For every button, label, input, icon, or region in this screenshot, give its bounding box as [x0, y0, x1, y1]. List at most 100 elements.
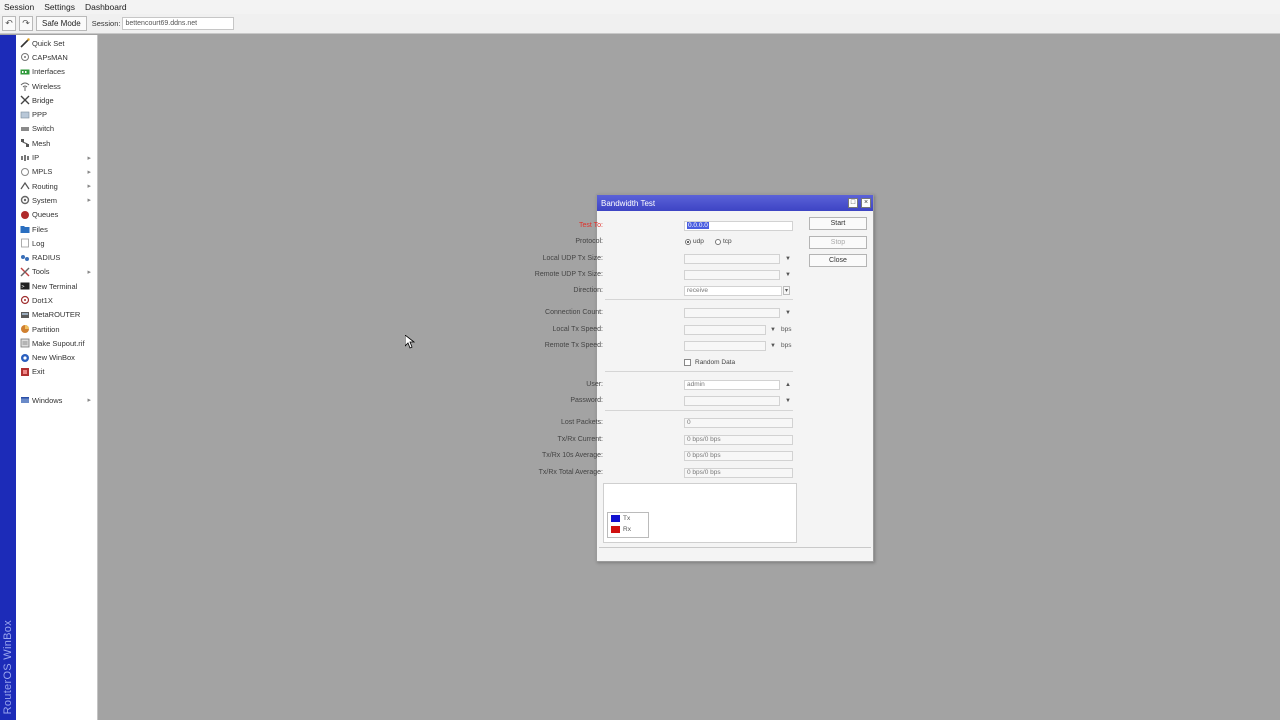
sidebar-item-label: Wireless	[32, 81, 61, 91]
test-to-input[interactable]: 0.0.0.0	[684, 220, 793, 231]
submenu-arrow-icon: ▸	[87, 197, 91, 205]
sidebar: Quick Set CAPsMAN Interfaces Wireless Br…	[16, 35, 98, 720]
user-input[interactable]: admin	[684, 379, 780, 390]
local-udp-tx-size-row: Local UDP Tx Size: ▼	[543, 253, 797, 264]
chevron-down-icon[interactable]: ▼	[785, 398, 791, 404]
mouse-cursor-icon	[405, 335, 415, 349]
sidebar-item-windows[interactable]: Windows ▸	[16, 393, 97, 407]
interfaces-icon	[19, 67, 30, 77]
chevron-down-icon[interactable]: ▼	[770, 343, 776, 349]
sidebar-item-tools[interactable]: Tools ▸	[16, 265, 97, 279]
sidebar-item-routing[interactable]: Routing ▸	[16, 179, 97, 193]
maximize-button[interactable]: □	[848, 198, 858, 208]
direction-select[interactable]: receive	[684, 285, 782, 296]
dialog-titlebar[interactable]: Bandwidth Test □ ×	[597, 195, 873, 211]
remote-tx-speed-row: Remote Tx Speed: ▼ bps	[545, 340, 797, 351]
local-udp-tx-size-input[interactable]	[684, 253, 780, 264]
direction-label: Direction:	[573, 287, 603, 294]
sidebar-item-capsman[interactable]: CAPsMAN	[16, 50, 97, 64]
remote-udp-tx-size-label: Remote UDP Tx Size:	[534, 271, 603, 278]
radio-unchecked-icon	[715, 238, 721, 245]
legend-item-rx: Rx	[608, 524, 648, 535]
local-tx-speed-input[interactable]	[684, 324, 766, 335]
chevron-down-icon[interactable]: ▼	[785, 310, 791, 316]
brand-text: RouterOS WinBox	[2, 619, 14, 714]
txrx-10s-average-value: 0 bps/0 bps	[684, 450, 793, 461]
sidebar-item-wireless[interactable]: Wireless	[16, 79, 97, 93]
menu-dashboard[interactable]: Dashboard	[85, 2, 127, 12]
sidebar-item-label: Queues	[32, 210, 59, 220]
close-window-button[interactable]: ×	[861, 198, 871, 208]
password-input[interactable]	[684, 395, 780, 406]
safe-mode-button[interactable]: Safe Mode	[36, 16, 87, 31]
separator	[605, 299, 793, 300]
sidebar-item-dot1x[interactable]: Dot1X	[16, 293, 97, 307]
separator	[605, 371, 793, 372]
sidebar-item-switch[interactable]: Switch	[16, 122, 97, 136]
legend-swatch-tx	[611, 515, 620, 522]
local-tx-speed-unit: bps	[781, 326, 792, 333]
sidebar-item-label: IP	[32, 153, 40, 163]
sidebar-item-partition[interactable]: Partition	[16, 322, 97, 336]
stop-button[interactable]: Stop	[809, 236, 867, 249]
undo-button[interactable]: ↶	[2, 16, 16, 31]
routing-icon	[19, 181, 30, 191]
sidebar-item-ppp[interactable]: PPP	[16, 107, 97, 121]
test-to-value: 0.0.0.0	[687, 222, 709, 229]
toolbar: ↶ ↷ Safe Mode Session: bettencourt69.ddn…	[0, 14, 1280, 34]
txrx-total-average-label: Tx/Rx Total Average:	[538, 469, 603, 476]
files-icon	[19, 224, 30, 234]
sidebar-item-quick-set[interactable]: Quick Set	[16, 36, 97, 50]
sidebar-item-ip[interactable]: IP ▸	[16, 150, 97, 164]
dropdown-toggle-icon[interactable]: ▾	[783, 286, 791, 295]
lost-packets-label: Lost Packets:	[560, 419, 603, 426]
close-button[interactable]: Close	[809, 254, 867, 267]
sidebar-item-system[interactable]: System ▸	[16, 193, 97, 207]
chevron-up-icon[interactable]: ▲	[785, 382, 791, 388]
sidebar-item-bridge[interactable]: Bridge	[16, 93, 97, 107]
tools-icon	[19, 267, 30, 277]
sidebar-item-mpls[interactable]: MPLS ▸	[16, 165, 97, 179]
start-button[interactable]: Start	[809, 217, 867, 230]
submenu-arrow-icon: ▸	[87, 397, 91, 405]
sidebar-item-exit[interactable]: Exit	[16, 365, 97, 379]
menu-session[interactable]: Session	[4, 2, 34, 12]
sidebar-item-queues[interactable]: Queues	[16, 208, 97, 222]
sidebar-item-make-supout[interactable]: Make Supout.rif	[16, 336, 97, 350]
wand-icon	[19, 38, 30, 48]
session-label: Session:	[91, 19, 121, 28]
bandwidth-test-dialog: Bandwidth Test □ × Test To: 0.0.0.0 Prot…	[535, 194, 874, 562]
sidebar-item-label: MetaROUTER	[32, 310, 81, 320]
sidebar-item-metarouter[interactable]: MetaROUTER	[16, 308, 97, 322]
remote-tx-speed-input[interactable]	[684, 340, 766, 351]
redo-button[interactable]: ↷	[19, 16, 33, 31]
lost-packets-row: Lost Packets: 0	[561, 417, 797, 428]
chevron-down-icon[interactable]: ▼	[785, 256, 791, 262]
sidebar-item-label: Exit	[32, 367, 45, 377]
maximize-icon: □	[850, 199, 856, 206]
password-row: Password: ▼	[570, 395, 797, 406]
menu-settings[interactable]: Settings	[44, 2, 75, 12]
txrx-10s-average-label: Tx/Rx 10s Average:	[542, 452, 603, 459]
protocol-udp-radio[interactable]: udp	[685, 238, 704, 245]
sidebar-item-files[interactable]: Files	[16, 222, 97, 236]
random-data-checkbox[interactable]: Random Data	[684, 359, 735, 366]
connection-count-input[interactable]	[684, 307, 780, 318]
protocol-tcp-radio[interactable]: tcp	[715, 238, 732, 245]
remote-udp-tx-size-input[interactable]	[684, 269, 780, 280]
log-icon	[19, 238, 30, 248]
sidebar-item-interfaces[interactable]: Interfaces	[16, 65, 97, 79]
chevron-down-icon[interactable]: ▼	[770, 327, 776, 333]
sidebar-item-label: CAPsMAN	[32, 52, 68, 62]
sidebar-item-label: Log	[32, 238, 45, 248]
sidebar-item-new-terminal[interactable]: > New Terminal	[16, 279, 97, 293]
brand-bar: RouterOS WinBox	[0, 35, 16, 720]
sidebar-item-new-winbox[interactable]: New WinBox	[16, 351, 97, 365]
submenu-arrow-icon: ▸	[87, 154, 91, 162]
chevron-down-icon[interactable]: ▼	[785, 272, 791, 278]
txrx-current-label: Tx/Rx Current:	[557, 436, 603, 443]
sidebar-item-mesh[interactable]: Mesh	[16, 136, 97, 150]
sidebar-item-radius[interactable]: RADIUS	[16, 250, 97, 264]
ip-icon	[19, 153, 30, 163]
sidebar-item-log[interactable]: Log	[16, 236, 97, 250]
